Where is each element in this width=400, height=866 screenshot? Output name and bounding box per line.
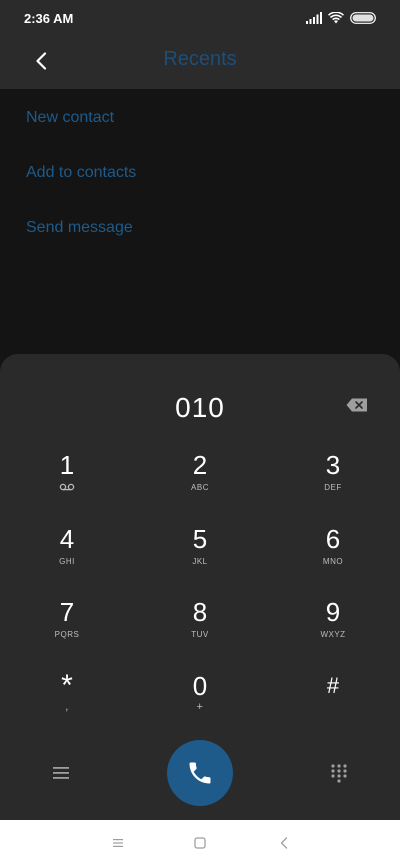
status-bar: 2:36 AM [0, 0, 400, 36]
key-letters: + [196, 701, 204, 713]
key-digit: 5 [192, 524, 208, 554]
signal-icon [306, 12, 322, 24]
key-letters: GHI [59, 557, 75, 566]
key-letters: JKL [192, 557, 208, 566]
key-digit: 7 [59, 597, 75, 627]
new-contact-link[interactable]: New contact [26, 108, 114, 128]
key-digit: 9 [325, 597, 341, 627]
key-digit: 0 [192, 671, 208, 701]
key-digit: # [326, 673, 340, 698]
home-icon [194, 837, 206, 849]
key-letters: WXYZ [320, 630, 346, 639]
system-nav-bar [0, 820, 400, 866]
status-icons [306, 12, 376, 24]
key-digit: 8 [192, 597, 208, 627]
dialpad-toggle-button[interactable] [328, 762, 350, 784]
battery-icon [350, 12, 376, 24]
key-letters: TUV [191, 630, 209, 639]
menu-icon [53, 767, 69, 779]
key-5[interactable]: 5 JKL [155, 524, 245, 588]
backspace-icon [346, 398, 367, 412]
back-icon [280, 837, 288, 849]
key-8[interactable]: 8 TUV [155, 597, 245, 661]
key-hash[interactable]: # [288, 671, 378, 735]
home-button[interactable] [192, 835, 208, 851]
key-0[interactable]: 0 + [155, 671, 245, 735]
system-back-button[interactable] [276, 835, 292, 851]
key-4[interactable]: 4 GHI [22, 524, 112, 588]
backspace-button[interactable] [346, 398, 372, 416]
key-digit: 1 [59, 450, 75, 480]
page-title: Recents [163, 48, 237, 70]
key-digit: 4 [59, 524, 75, 554]
key-2[interactable]: 2 ABC [155, 450, 245, 514]
key-digit: * [61, 669, 73, 702]
app-header: Recents [0, 36, 400, 89]
key-letters: MNO [322, 557, 344, 566]
send-message-link[interactable]: Send message [26, 218, 133, 238]
recent-apps-button[interactable] [110, 835, 126, 851]
add-to-contacts-link[interactable]: Add to contacts [26, 163, 136, 183]
key-letters: , [65, 701, 69, 713]
wifi-icon [328, 12, 344, 24]
key-3[interactable]: 3 DEF [288, 450, 378, 514]
key-digit: 3 [325, 450, 341, 480]
key-7[interactable]: 7 PQRS [22, 597, 112, 661]
status-time: 2:36 AM [24, 10, 74, 26]
key-9[interactable]: 9 WXYZ [288, 597, 378, 661]
key-digit: 6 [325, 524, 341, 554]
key-letters: PQRS [54, 630, 80, 639]
dialed-number: 010 [175, 392, 225, 423]
dialpad-icon [331, 764, 347, 783]
phone-icon [189, 762, 211, 784]
menu-button[interactable] [50, 762, 72, 784]
key-star[interactable]: * , [22, 671, 112, 735]
key-6[interactable]: 6 MNO [288, 524, 378, 588]
call-button[interactable] [167, 740, 233, 806]
key-letters: ABC [191, 483, 209, 492]
key-letters: DEF [324, 483, 342, 492]
key-digit: 2 [192, 450, 208, 480]
key-1[interactable]: 1 [22, 450, 112, 514]
recent-apps-icon [113, 839, 123, 847]
voicemail-icon [59, 483, 75, 491]
dialer-panel: 010 1 2 ABC 3 DEF 4 GHI 5 JKL 6 MNO 7 PQ… [0, 354, 400, 820]
